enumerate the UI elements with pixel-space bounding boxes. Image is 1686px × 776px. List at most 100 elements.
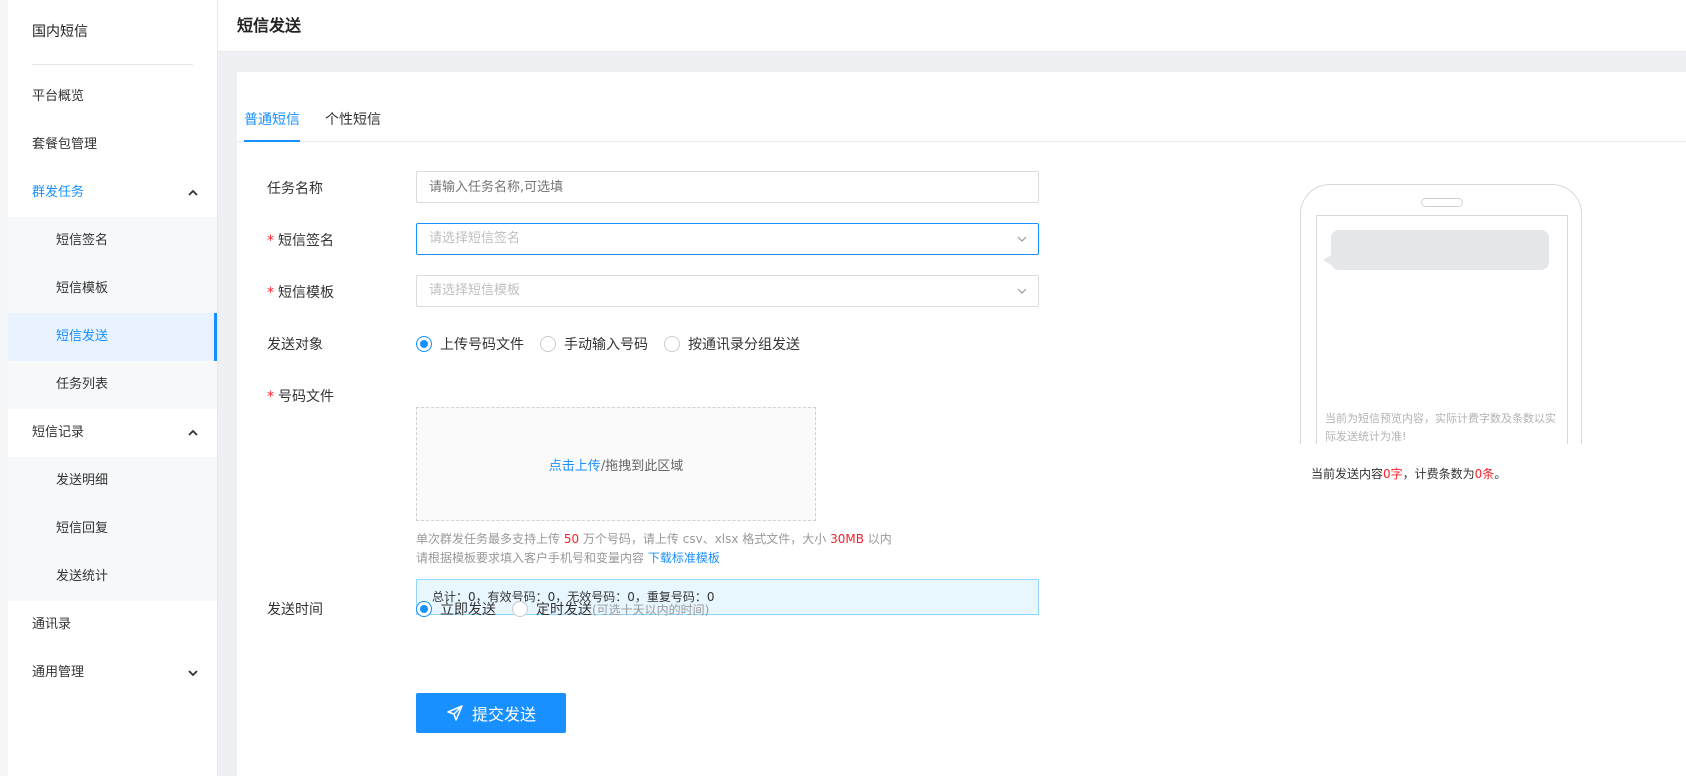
radio-label: 定时发送 <box>536 602 592 618</box>
sidebar-item-general[interactable]: 通用管理 <box>8 649 217 697</box>
chevron-down-icon <box>1016 233 1028 245</box>
sidebar-item-reply[interactable]: 短信回复 <box>8 505 217 553</box>
sidebar-item-signature[interactable]: 短信签名 <box>8 217 217 265</box>
page-title: 短信发送 <box>237 16 302 35</box>
required-mark: * <box>267 389 274 405</box>
hint-text: 单次群发任务最多支持上传 <box>416 532 564 546</box>
count-text: ，计费条数为 <box>1402 467 1475 481</box>
schedule-hint: (可选十天以内的时间) <box>592 602 710 617</box>
target-label-text: 发送对象 <box>267 337 323 353</box>
phone-screen: 当前为短信预览内容，实际计费字数及条数以实际发送统计为准! <box>1316 215 1568 444</box>
radio-contact-group[interactable]: 按通讯录分组发送 <box>664 334 800 354</box>
page-header: 短信发送 <box>218 0 1686 52</box>
phone-preview: 当前为短信预览内容，实际计费字数及条数以实际发送统计为准! <box>1300 184 1582 444</box>
radio-label: 上传号码文件 <box>440 337 524 353</box>
sidebar-item-label: 平台概览 <box>32 89 85 104</box>
sidebar-item-records[interactable]: 短信记录 <box>8 409 217 457</box>
radio-label: 手动输入号码 <box>564 337 648 353</box>
sidebar-item-label: 通讯录 <box>32 617 72 632</box>
radio-checked-icon <box>416 601 432 617</box>
sidebar-item-label: 短信模板 <box>56 281 109 296</box>
download-template-link[interactable]: 下载标准模板 <box>648 551 720 565</box>
sidebar-item-send[interactable]: 短信发送 <box>8 313 217 361</box>
sidebar-item-label: 通用管理 <box>32 665 85 680</box>
radio-label: 立即发送 <box>440 602 496 618</box>
radio-label: 按通讯录分组发送 <box>688 337 800 353</box>
sidebar-item-task-list[interactable]: 任务列表 <box>8 361 217 409</box>
sidebar-divider <box>32 64 193 65</box>
message-bubble <box>1323 230 1549 270</box>
sidebar-item-label: 短信发送 <box>56 329 109 344</box>
tab-normal-sms[interactable]: 普通短信 <box>244 102 300 142</box>
required-mark: * <box>267 285 274 301</box>
radio-send-now[interactable]: 立即发送 <box>416 599 496 619</box>
sidebar-item-template[interactable]: 短信模板 <box>8 265 217 313</box>
sidebar-item-label: 套餐包管理 <box>32 137 98 152</box>
radio-checked-icon <box>416 336 432 352</box>
radio-unchecked-icon <box>664 336 680 352</box>
sidebar-item-label: 短信记录 <box>32 425 85 440</box>
bill-count: 0条 <box>1474 467 1495 481</box>
upload-drag-text: /拖拽到此区域 <box>600 458 684 474</box>
chevron-down-icon <box>1016 285 1028 297</box>
task-name-label-text: 任务名称 <box>267 181 323 197</box>
sidebar-item-contacts[interactable]: 通讯录 <box>8 601 217 649</box>
sidebar-item-label: 发送明细 <box>56 473 109 488</box>
sidebar-item-send-detail[interactable]: 发送明细 <box>8 457 217 505</box>
chevron-up-icon <box>187 427 199 439</box>
signature-label: * 短信签名 <box>267 230 334 250</box>
sidebar-item-label: 短信回复 <box>56 521 109 536</box>
send-time-label-wrap: 发送时间 <box>267 599 323 619</box>
radio-manual-input[interactable]: 手动输入号码 <box>540 334 648 354</box>
radio-upload-file[interactable]: 上传号码文件 <box>416 334 524 354</box>
submit-send-label: 提交发送 <box>471 705 536 724</box>
required-mark: * <box>267 233 274 249</box>
submenu-bulk-task: 短信签名 短信模板 短信发送 任务列表 <box>8 217 217 409</box>
sidebar-item-overview[interactable]: 平台概览 <box>8 73 217 121</box>
sidebar: 国内短信 平台概览 套餐包管理 群发任务 短信签名 短信模板 短信发送 任务列表… <box>0 0 218 776</box>
target-label: 发送对象 <box>267 334 323 354</box>
template-label: * 短信模板 <box>267 282 334 302</box>
hint-number-limit: 50 <box>563 532 580 546</box>
preview-note: 当前为短信预览内容，实际计费字数及条数以实际发送统计为准! <box>1325 412 1556 443</box>
number-file-label-text: 号码文件 <box>278 389 334 405</box>
template-select[interactable]: 请选择短信模板 <box>416 275 1039 307</box>
sidebar-item-package[interactable]: 套餐包管理 <box>8 121 217 169</box>
number-file-label: * 号码文件 <box>267 386 334 406</box>
template-label-text: 短信模板 <box>278 285 334 301</box>
radio-unchecked-icon <box>512 601 528 617</box>
tab-bar: 普通短信 个性短信 <box>237 102 1686 142</box>
target-radio-group: 上传号码文件 手动输入号码 按通讯录分组发送 <box>416 334 816 354</box>
chevron-down-icon <box>187 667 199 679</box>
count-text: 当前发送内容 <box>1311 467 1384 481</box>
tab-personal-sms[interactable]: 个性短信 <box>325 102 381 142</box>
chevron-up-icon <box>187 187 199 199</box>
upload-limit-hint: 单次群发任务最多支持上传 50 万个号码，请上传 csv、xlsx 格式文件，大… <box>416 530 892 547</box>
upload-dropzone[interactable]: 点击上传/拖拽到此区域 <box>416 407 816 521</box>
signature-select[interactable]: 请选择短信签名 <box>416 223 1039 255</box>
task-name-input[interactable] <box>416 171 1039 203</box>
radio-scheduled-send[interactable]: 定时发送 (可选十天以内的时间) <box>512 599 709 619</box>
billing-count-line: 当前发送内容0字，计费条数为0条。 <box>1311 465 1506 482</box>
char-count: 0字 <box>1383 467 1403 481</box>
radio-unchecked-icon <box>540 336 556 352</box>
submit-send-button[interactable]: 提交发送 <box>416 693 566 733</box>
signature-placeholder: 请选择短信签名 <box>429 231 521 246</box>
hint-text: 万个号码，请上传 csv、xlsx 格式文件，大小 <box>579 532 831 546</box>
sidebar-item-label: 短信签名 <box>56 233 109 248</box>
sidebar-title: 国内短信 <box>32 24 88 40</box>
hint-size-limit: 30MB <box>830 532 864 546</box>
sidebar-item-label: 群发任务 <box>32 185 85 200</box>
template-hint: 请根据模板要求填入客户手机号和变量内容 下载标准模板 <box>416 549 720 566</box>
send-time-label-text: 发送时间 <box>267 602 323 618</box>
hint-text: 请根据模板要求填入客户手机号和变量内容 <box>416 551 648 565</box>
sidebar-item-bulk-task[interactable]: 群发任务 <box>8 169 217 217</box>
submenu-records: 发送明细 短信回复 发送统计 <box>8 457 217 601</box>
send-icon <box>446 704 464 722</box>
count-text: 。 <box>1494 467 1507 481</box>
sidebar-item-statistics[interactable]: 发送统计 <box>8 553 217 601</box>
sidebar-item-label: 任务列表 <box>56 377 109 392</box>
hint-text: 以内 <box>863 532 892 546</box>
upload-link[interactable]: 点击上传 <box>549 455 601 474</box>
template-placeholder: 请选择短信模板 <box>429 283 521 298</box>
